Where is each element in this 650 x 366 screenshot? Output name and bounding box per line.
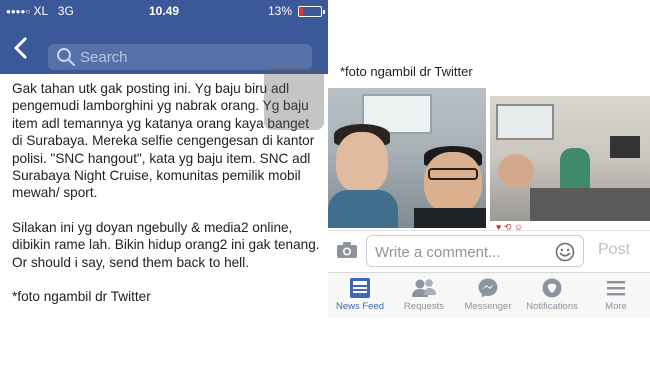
right-phone-screen: *foto ngambil dr Twitter ♥ ⟲ ☺ Write a c… bbox=[328, 0, 650, 366]
post-paragraph-2: Silakan ini yg doyan ngebully & media2 o… bbox=[12, 219, 320, 270]
tab-label: Messenger bbox=[464, 301, 512, 312]
person-face bbox=[336, 132, 388, 192]
messenger-icon bbox=[478, 278, 498, 298]
photo-grid: ♥ ⟲ ☺ bbox=[328, 88, 650, 232]
tab-label: News Feed bbox=[335, 301, 385, 312]
tab-requests[interactable]: Requests bbox=[392, 277, 456, 319]
person-face bbox=[424, 152, 482, 214]
left-phone-screen: ●●●●○ XL 3G 10.49 13% Search Gak tahan u… bbox=[0, 0, 328, 366]
tab-label: Requests bbox=[403, 301, 445, 312]
news-feed-icon bbox=[350, 278, 370, 298]
person-shirt bbox=[414, 208, 486, 228]
blank-area bbox=[328, 318, 650, 366]
post-paragraph-3: *foto ngambil dr Twitter bbox=[12, 289, 151, 305]
bottom-tab-bar: News Feed Requests Messenger Notificatio… bbox=[328, 272, 650, 318]
post-comment-button[interactable]: Post bbox=[598, 241, 630, 259]
search-icon bbox=[57, 48, 76, 67]
tab-notifications[interactable]: Notifications bbox=[520, 277, 584, 319]
window-image bbox=[496, 104, 554, 140]
battery-icon bbox=[298, 6, 325, 17]
assistive-touch-button[interactable] bbox=[264, 68, 324, 130]
more-icon bbox=[607, 281, 625, 296]
battery-percent: 13% bbox=[267, 4, 292, 18]
tab-news-feed[interactable]: News Feed bbox=[328, 277, 392, 319]
photo-caption: *foto ngambil dr Twitter bbox=[340, 64, 473, 79]
glasses-icon bbox=[428, 168, 478, 180]
person-face bbox=[498, 154, 534, 188]
tab-more[interactable]: More bbox=[584, 277, 648, 319]
selfie-photo-1[interactable] bbox=[328, 88, 486, 228]
notifications-icon bbox=[542, 278, 562, 298]
chevron-left-icon bbox=[14, 37, 27, 59]
comment-box[interactable] bbox=[366, 235, 584, 267]
desk-image bbox=[530, 188, 650, 221]
nav-bar bbox=[0, 22, 328, 74]
comment-input[interactable] bbox=[375, 242, 545, 262]
search-input[interactable] bbox=[80, 47, 300, 67]
monitor-image bbox=[610, 136, 640, 158]
tab-label: More bbox=[605, 301, 627, 312]
screenshot-composite: ●●●●○ XL 3G 10.49 13% Search Gak tahan u… bbox=[0, 0, 650, 366]
back-button[interactable] bbox=[6, 34, 34, 62]
tab-messenger[interactable]: Messenger bbox=[456, 277, 520, 319]
status-bar: ●●●●○ XL 3G 10.49 13% bbox=[0, 0, 328, 22]
person-shirt bbox=[328, 190, 398, 228]
search-bar[interactable] bbox=[48, 44, 312, 70]
camera-icon[interactable] bbox=[336, 241, 358, 259]
tab-label: Notifications bbox=[526, 301, 578, 312]
requests-icon bbox=[412, 279, 436, 297]
comment-composer: Post bbox=[328, 231, 650, 271]
selfie-photo-2[interactable] bbox=[490, 96, 650, 221]
smiley-icon[interactable] bbox=[555, 242, 575, 262]
